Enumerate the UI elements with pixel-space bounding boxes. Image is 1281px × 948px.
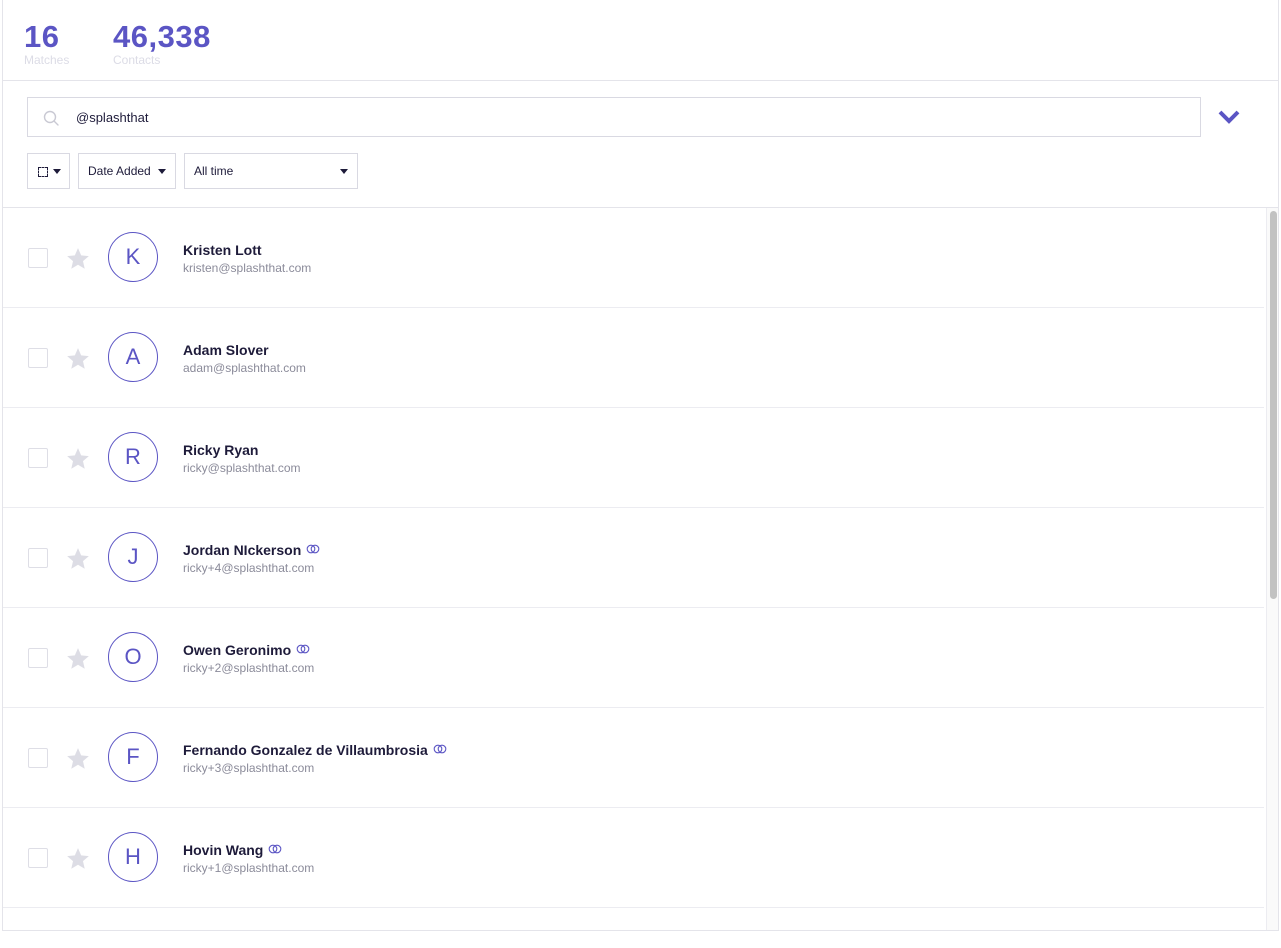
scrollbar-thumb[interactable] [1270,211,1277,599]
contact-name[interactable]: Fernando Gonzalez de Villaumbrosia [183,742,447,758]
caret-down-icon [158,169,166,174]
contact-checkbox[interactable] [28,448,48,468]
contacts-count: 46,338 [113,19,211,54]
contact-name[interactable]: Owen Geronimo [183,642,310,658]
contact-checkbox[interactable] [28,648,48,668]
avatar-initial: R [125,444,141,469]
stats-header: 16 Matches 46,338 Contacts [3,0,1278,81]
contact-checkbox[interactable] [28,248,48,268]
bulk-select-dropdown[interactable] [27,153,70,189]
sort-dropdown[interactable]: Date Added [78,153,176,189]
search-bar [27,97,1201,137]
contact-name-text: Ricky Ryan [183,442,259,458]
contact-row[interactable]: R Ricky Ryan ricky@splashthat.com [3,408,1264,508]
sort-dropdown-label: Date Added [88,164,151,178]
contact-name[interactable]: Jordan NIckerson [183,542,320,558]
caret-down-icon [340,169,348,174]
contact-name[interactable]: Adam Slover [183,342,269,358]
contact-row[interactable]: K Kristen Lott kristen@splashthat.com [3,208,1264,308]
avatar-initial: H [125,844,141,869]
contact-name-text: Fernando Gonzalez de Villaumbrosia [183,742,428,758]
star-icon[interactable] [65,246,91,272]
contacts-stat: 46,338 Contacts [113,18,211,66]
contact-name[interactable]: Hovin Wang [183,842,282,858]
avatar: O [108,632,158,682]
contact-checkbox[interactable] [28,748,48,768]
star-icon[interactable] [65,546,91,572]
avatar: J [108,532,158,582]
avatar: H [108,832,158,882]
matches-stat: 16 Matches [24,18,69,66]
contacts-panel: 16 Matches 46,338 Contacts Date Added Al… [2,0,1279,931]
time-range-dropdown[interactable]: All time [184,153,358,189]
star-icon[interactable] [65,646,91,672]
search-input[interactable] [76,98,1176,136]
matches-count: 16 [24,19,60,54]
avatar-initial: O [124,644,142,669]
contact-checkbox[interactable] [28,848,48,868]
contact-list: K Kristen Lott kristen@splashthat.com A … [3,208,1264,930]
contact-name-text: Jordan NIckerson [183,542,302,558]
avatar: F [108,732,158,782]
linked-rings-icon [296,644,310,653]
contact-checkbox[interactable] [28,548,48,568]
contact-email: adam@splashthat.com [183,361,306,375]
linked-rings-icon [269,844,282,853]
search-icon [43,110,59,126]
linked-rings-icon [433,744,447,753]
star-icon[interactable] [65,846,91,872]
chevron-down-icon [1218,110,1240,124]
contact-name-text: Kristen Lott [183,242,262,258]
avatar: A [108,332,158,382]
contact-email: ricky+3@splashthat.com [183,761,315,775]
star-icon[interactable] [65,446,91,472]
contact-email: ricky@splashthat.com [183,461,301,475]
time-range-label: All time [194,164,234,178]
contact-name-text: Adam Slover [183,342,269,358]
contact-row[interactable]: A Adam Slover adam@splashthat.com [3,308,1264,408]
contact-row[interactable]: F Fernando Gonzalez de Villaumbrosia ric… [3,708,1264,808]
contact-email: ricky+1@splashthat.com [183,861,315,875]
contact-name[interactable]: Ricky Ryan [183,442,258,458]
avatar-initial: A [125,344,141,369]
avatar-initial: F [126,744,140,769]
contact-email: kristen@splashthat.com [183,261,312,275]
select-all-icon [38,167,48,177]
contact-row[interactable]: O Owen Geronimo ricky+2@splashthat.com [3,608,1264,708]
scrollbar[interactable] [1266,208,1278,930]
star-icon[interactable] [65,746,91,772]
caret-down-icon [53,169,61,174]
matches-label: Matches [24,53,70,67]
contact-email: ricky+4@splashthat.com [183,561,315,575]
star-icon[interactable] [65,346,91,372]
avatar-initial: K [125,244,141,269]
contact-name-text: Owen Geronimo [183,642,292,658]
avatar: K [108,232,158,282]
avatar-initial: J [127,544,139,569]
contact-checkbox[interactable] [28,348,48,368]
contact-name-text: Hovin Wang [183,842,264,858]
avatar: R [108,432,158,482]
contact-row[interactable]: J Jordan NIckerson ricky+4@splashthat.co… [3,508,1264,608]
expand-search-button[interactable] [1212,104,1246,130]
contact-row[interactable]: H Hovin Wang ricky+1@splashthat.com [3,808,1264,908]
contact-name[interactable]: Kristen Lott [183,242,262,258]
contact-email: ricky+2@splashthat.com [183,661,315,675]
linked-rings-icon [306,544,320,553]
